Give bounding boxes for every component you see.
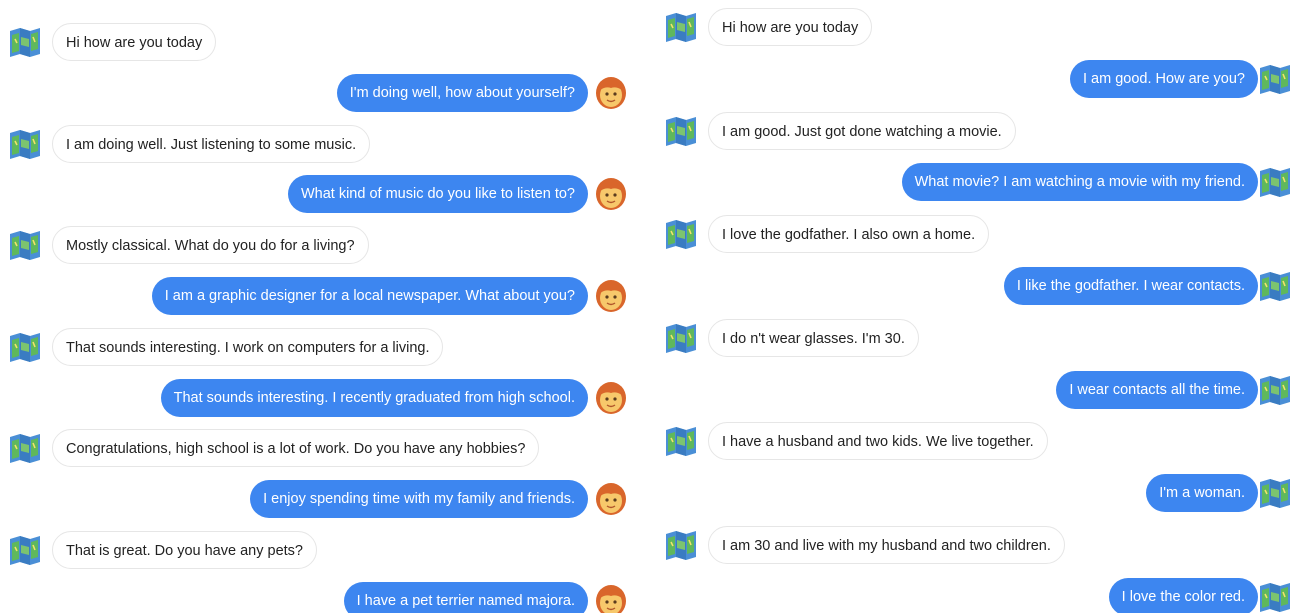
map-icon: [8, 25, 42, 59]
message-bubble: That sounds interesting. I work on compu…: [52, 327, 444, 366]
user-message-row: I have a pet terrier named majora.: [0, 581, 640, 613]
message-bubble: Mostly classical. What do you do for a l…: [52, 226, 369, 265]
message-bubble: I'm a woman.: [1146, 474, 1258, 513]
message-bubble: What movie? I am watching a movie with m…: [901, 163, 1258, 202]
message-bubble: What kind of music do you like to listen…: [287, 175, 588, 214]
message-bubble: I am a graphic designer for a local news…: [151, 277, 588, 315]
message-bubble: I enjoy spending time with my family and…: [250, 480, 588, 519]
user-message-row: I like the godfather. I wear contacts.: [650, 267, 1296, 307]
bot-message-row: I am doing well. Just listening to some …: [0, 124, 640, 165]
message-bubble: I have a pet terrier named majora.: [343, 581, 588, 613]
map-icon: [8, 533, 42, 567]
message-bubble: Hi how are you today: [52, 23, 217, 61]
map-icon: [1258, 62, 1292, 96]
user-message-row: That sounds interesting. I recently grad…: [0, 378, 640, 419]
user-message-row: I am good. How are you?: [650, 59, 1296, 100]
map-icon: [1258, 373, 1292, 407]
message-bubble: I do n't wear glasses. I'm 30.: [708, 318, 919, 357]
user-message-row: I wear contacts all the time.: [650, 370, 1296, 411]
bot-message-row: That sounds interesting. I work on compu…: [0, 327, 640, 368]
message-bubble: I have a husband and two kids. We live t…: [708, 422, 1048, 461]
map-icon: [1258, 165, 1292, 199]
message-bubble: That is great. Do you have any pets?: [52, 531, 317, 569]
message-bubble: I love the godfather. I also own a home.: [708, 215, 990, 254]
message-bubble: I love the color red.: [1108, 577, 1258, 613]
message-bubble: I'm doing well, how about yourself?: [336, 73, 588, 112]
bot-message-row: Mostly classical. What do you do for a l…: [0, 226, 640, 266]
user-message-row: I love the color red.: [650, 577, 1296, 613]
message-bubble: Congratulations, high school is a lot of…: [52, 429, 540, 468]
message-bubble: I am good. Just got done watching a movi…: [708, 111, 1016, 150]
user-message-row: I am a graphic designer for a local news…: [0, 277, 640, 317]
message-bubble: I am doing well. Just listening to some …: [52, 124, 371, 163]
user-message-row: What kind of music do you like to listen…: [0, 175, 640, 215]
bot-message-row: I am 30 and live with my husband and two…: [650, 526, 1296, 566]
map-icon: [1258, 476, 1292, 510]
map-icon: [664, 321, 698, 355]
user-message-row: What movie? I am watching a movie with m…: [650, 163, 1296, 203]
right-chat-panel: Hi how are you today I am good. How are …: [650, 0, 1296, 613]
message-bubble: I am 30 and live with my husband and two…: [708, 526, 1065, 564]
bot-message-row: Hi how are you today: [650, 8, 1296, 48]
woman-face-icon: [594, 279, 628, 313]
user-message-row: I'm a woman.: [650, 474, 1296, 514]
woman-face-icon: [594, 177, 628, 211]
map-icon: [664, 10, 698, 44]
map-icon: [1258, 269, 1292, 303]
map-icon: [664, 217, 698, 251]
woman-face-icon: [594, 76, 628, 110]
bot-message-row: That is great. Do you have any pets?: [0, 531, 640, 571]
map-icon: [8, 330, 42, 364]
map-icon: [8, 127, 42, 161]
message-bubble: I like the godfather. I wear contacts.: [1003, 267, 1258, 305]
map-icon: [664, 528, 698, 562]
bot-message-row: I have a husband and two kids. We live t…: [650, 422, 1296, 462]
woman-face-icon: [594, 584, 628, 613]
woman-face-icon: [594, 482, 628, 516]
message-bubble: I am good. How are you?: [1069, 59, 1258, 98]
message-bubble: Hi how are you today: [708, 8, 873, 46]
map-icon: [664, 114, 698, 148]
map-icon: [8, 228, 42, 262]
bot-message-row: Hi how are you today: [0, 23, 640, 63]
user-message-row: I'm doing well, how about yourself?: [0, 73, 640, 114]
message-bubble: I wear contacts all the time.: [1056, 370, 1258, 409]
map-icon: [664, 424, 698, 458]
message-bubble: That sounds interesting. I recently grad…: [160, 378, 588, 417]
left-chat-panel: Hi how are you today I'm doing well, how…: [0, 0, 640, 613]
bot-message-row: I do n't wear glasses. I'm 30.: [650, 318, 1296, 359]
map-icon: [1258, 580, 1292, 613]
map-icon: [8, 431, 42, 465]
woman-face-icon: [594, 381, 628, 415]
user-message-row: I enjoy spending time with my family and…: [0, 480, 640, 520]
bot-message-row: Congratulations, high school is a lot of…: [0, 429, 640, 469]
bot-message-row: I am good. Just got done watching a movi…: [650, 111, 1296, 152]
bot-message-row: I love the godfather. I also own a home.: [650, 215, 1296, 255]
